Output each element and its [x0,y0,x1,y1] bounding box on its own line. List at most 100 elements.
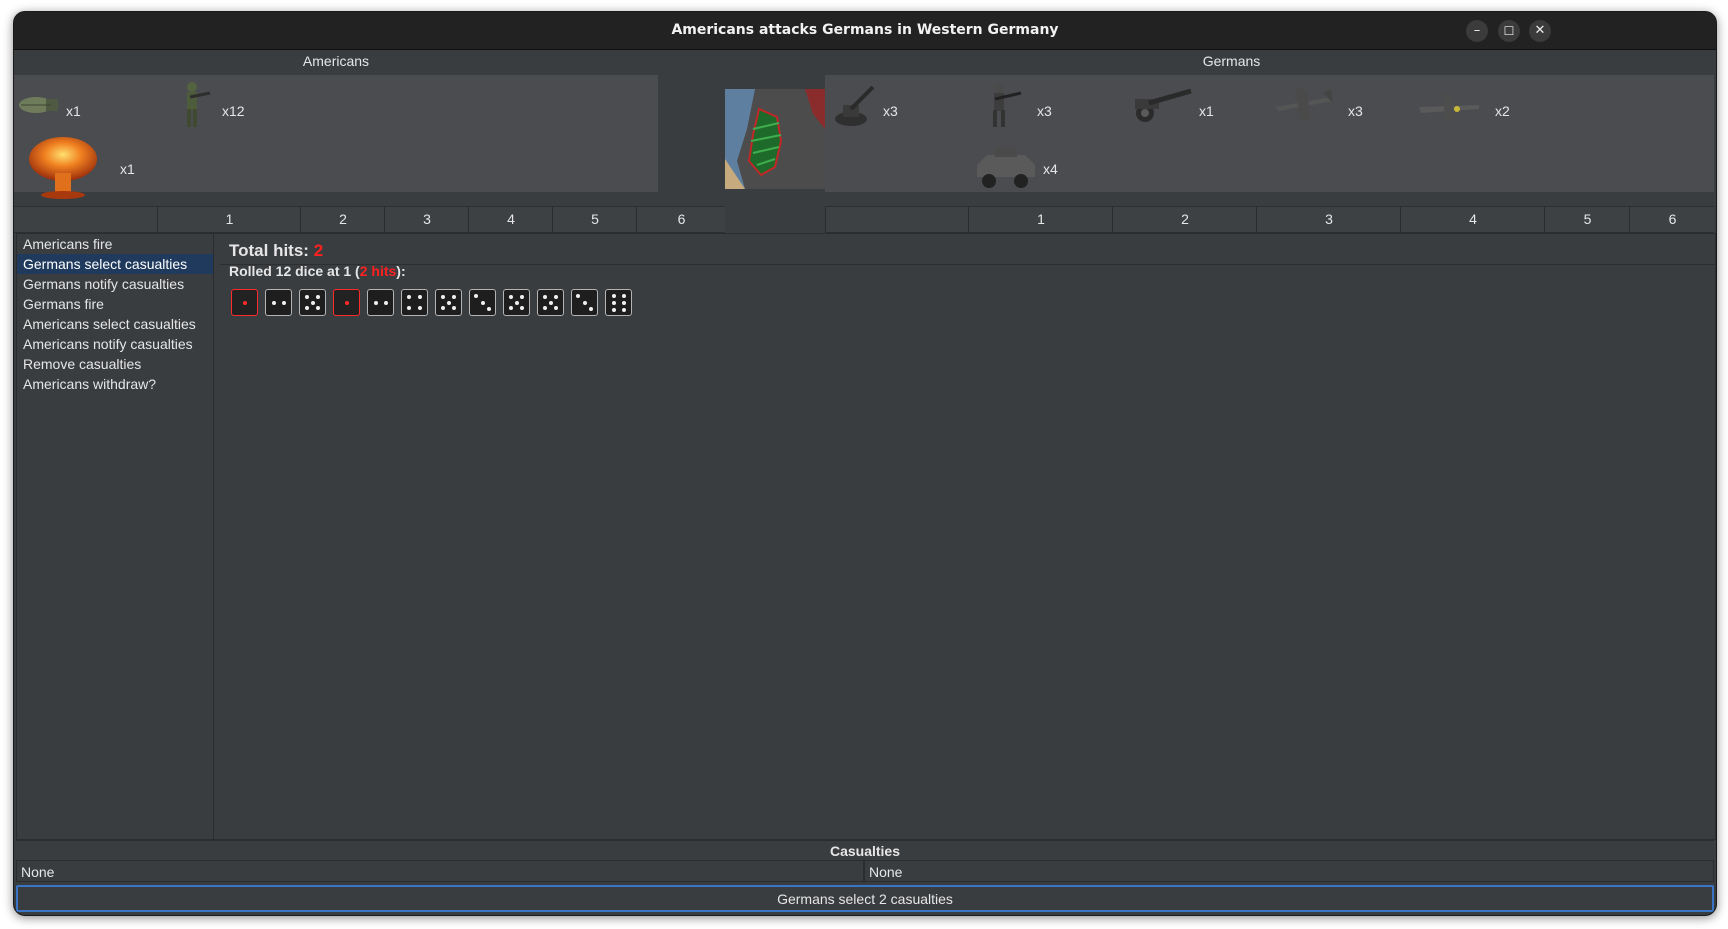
minimize-button[interactable]: – [1466,20,1488,42]
die-pip [543,306,547,310]
step-item[interactable]: Germans notify casualties [17,274,213,294]
die-pip [486,306,491,311]
die-hit [231,289,258,316]
rolled-summary: Rolled 12 dice at 1 (2 hits): [229,263,406,279]
step-item-selected[interactable]: Germans select casualties [17,254,213,274]
die-pip [554,295,558,299]
maximize-button[interactable]: ☐ [1498,20,1520,42]
dice-column: 4 [1400,207,1545,232]
die-pip [621,300,626,305]
die-pip [621,293,626,298]
dice-column: 2 [1112,207,1257,232]
defender-unit-artillery: x1 [1129,85,1239,139]
die [265,289,292,316]
defender-unit-infantry: x3 [977,79,1077,133]
die-pip [418,306,422,310]
defender-units-panel: x3 x3 x1 x3 x2 x4 [825,75,1714,192]
die-pip [446,300,451,305]
armored-car-icon [977,147,1035,188]
unit-count: x1 [120,161,135,177]
dice-column: 2 [300,207,385,232]
unit-count: x2 [1495,103,1510,119]
defender-dice-columns: 1 2 3 4 5 6 [825,206,1714,233]
anti-aircraft-gun-icon [835,85,875,126]
die-pip [316,295,320,299]
defender-title: Germans [1202,53,1261,69]
die-pip [588,306,593,311]
casualties-heading: Casualties [16,840,1714,861]
dice-column: 6 [1629,207,1715,232]
rolled-hits: 2 hits [359,263,397,279]
die-pip [271,300,276,305]
attacker-unit-infantry: x12 [174,79,274,133]
attacker-units-panel: x1 x12 x1 [14,75,658,199]
die-pip [474,294,479,299]
dice-column: 4 [468,207,553,232]
die-hit [333,289,360,316]
die-pip [452,295,456,299]
unit-count: x4 [1043,161,1058,177]
die-pip [611,307,616,312]
divider [220,264,1715,265]
total-hits: Total hits: 2 [229,241,323,261]
die-pip [548,300,553,305]
step-item[interactable]: Remove casualties [17,354,213,374]
rolled-prefix: Rolled 12 dice at 1 ( [229,263,360,279]
fighter-plane-icon [1419,93,1479,121]
dice-column: 3 [1256,207,1401,232]
fighter-plane-icon [1275,87,1333,121]
infantry-icon [187,82,211,127]
bomb-icon [19,97,58,113]
unit-count: x3 [883,103,898,119]
die-pip [441,306,445,310]
defender-unit-aa-gun: x3 [829,83,929,137]
die-pip [344,300,349,305]
select-casualties-button[interactable]: Germans select 2 casualties [16,885,1714,912]
artillery-icon [1135,88,1192,122]
step-item[interactable]: Americans select casualties [17,314,213,334]
die [367,289,394,316]
attacker-title: Americans [302,53,370,69]
die-pip [383,300,388,305]
defender-unit-fighter: x3 [1271,81,1381,135]
unit-count: x12 [222,103,245,119]
dice-column: 5 [552,207,637,232]
unit-count: x1 [66,103,81,119]
die [503,289,530,316]
unit-count: x3 [1348,103,1363,119]
window-title: Americans attacks Germans in Western Ger… [671,22,1059,38]
die-pip [509,295,513,299]
dice-column: 3 [384,207,469,232]
nuclear-explosion-icon [29,137,97,199]
die-pip [514,300,519,305]
die [435,289,462,316]
step-item[interactable]: Americans fire [17,234,213,254]
title-bar: Americans attacks Germans in Western Ger… [14,12,1716,50]
rolled-suffix: ): [396,263,406,279]
die-pip [543,295,547,299]
dice-column: 1 [968,207,1113,232]
dice-column-empty [825,207,969,232]
die-pip [242,300,247,305]
defender-unit-armored-car: x4 [973,143,1093,191]
die [605,289,632,316]
step-item[interactable]: Americans notify casualties [17,334,213,354]
close-button[interactable]: ✕ [1529,20,1551,42]
dice-column-empty [14,207,157,232]
dice-column: 1 [157,207,301,232]
dice-column: 6 [636,207,726,232]
die [571,289,598,316]
step-item[interactable]: Germans fire [17,294,213,314]
dice-column: 5 [1544,207,1630,232]
attacker-unit-nuke: x1 [24,135,144,199]
die [299,289,326,316]
step-item[interactable]: Americans withdraw? [17,374,213,394]
total-hits-label: Total hits: [229,241,314,260]
die-pip [611,293,616,298]
die [469,289,496,316]
die-pip [407,306,411,310]
territory-map [725,89,825,189]
battle-steps-list: Americans fire Germans select casualties… [16,233,214,840]
die-pip [520,295,524,299]
unit-count: x3 [1037,103,1052,119]
